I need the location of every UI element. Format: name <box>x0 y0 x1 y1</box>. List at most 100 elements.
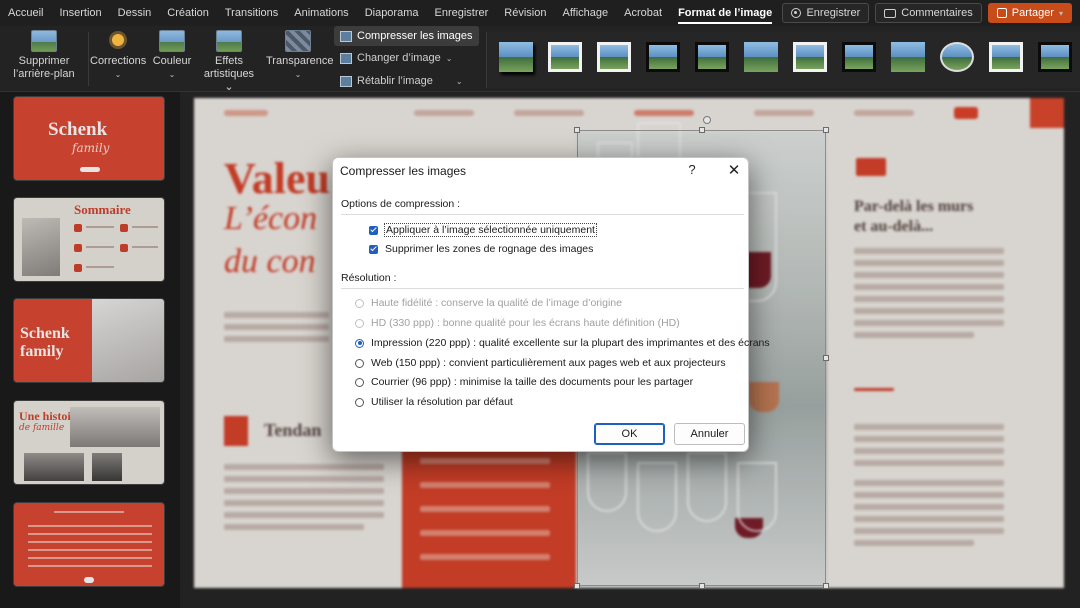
compress-pictures-label: Compresser les images <box>357 30 473 42</box>
chevron-down-icon: ⌄ <box>445 53 453 63</box>
reset-picture-button[interactable]: Rétablir l’image ⌄ <box>334 71 469 91</box>
picture-styles-gallery <box>486 32 1080 88</box>
record-icon <box>791 8 802 18</box>
transparency-label: Transparence <box>266 55 334 67</box>
artistic-effects-icon <box>216 30 242 52</box>
share-label: Partager <box>1011 7 1054 19</box>
menu-bar: Accueil Insertion Dessin Création Transi… <box>0 0 1080 26</box>
tab-insertion[interactable]: Insertion <box>51 0 109 26</box>
resolution-email-radio[interactable] <box>355 377 364 387</box>
remove-background-label-2: l’arrière-plan <box>13 68 75 80</box>
delete-cropped-checkbox[interactable] <box>369 244 378 254</box>
transparency-button[interactable]: Transparence ⌄ <box>266 26 334 81</box>
chevron-down-icon: ⌄ <box>114 70 122 79</box>
cancel-button[interactable]: Annuler <box>674 423 745 445</box>
tab-animations[interactable]: Animations <box>286 0 356 26</box>
artistic-effects-label-2: artistiques ⌄ <box>203 68 255 93</box>
change-picture-label: Changer d’image <box>357 52 441 64</box>
menu-right-actions: Enregistrer Commentaires Partager ▾ <box>782 3 1072 23</box>
comments-label: Commentaires <box>901 7 973 19</box>
record-button[interactable]: Enregistrer <box>782 3 870 23</box>
compress-pictures-dialog: Compresser les images ? ✕ Options de com… <box>332 157 770 452</box>
chevron-down-icon: ⌄ <box>455 76 463 86</box>
artistic-effects-label-1: Effets <box>215 55 243 67</box>
close-icon[interactable]: ✕ <box>726 161 742 179</box>
picture-style-thumbnail[interactable] <box>499 42 533 72</box>
tab-format-image-label: Format de l’image <box>678 7 773 24</box>
resolution-email-option[interactable]: Courrier (96 ppp) : minimise la taille d… <box>355 376 693 388</box>
compress-pictures-button[interactable]: Compresser les images <box>334 26 479 46</box>
chevron-down-icon: ▾ <box>1058 8 1063 18</box>
picture-style-thumbnail[interactable] <box>989 42 1023 72</box>
picture-style-thumbnail[interactable] <box>1038 42 1072 72</box>
dialog-title: Compresser les images <box>340 164 467 178</box>
apply-selected-checkbox-row[interactable]: Appliquer à l’image sélectionnée uniquem… <box>369 223 597 237</box>
corrections-label: Corrections <box>90 55 147 67</box>
ok-button[interactable]: OK <box>594 423 665 445</box>
color-label: Couleur <box>152 55 192 67</box>
resolution-hd-option: HD (330 ppp) : bonne qualité pour les éc… <box>355 317 680 329</box>
chevron-down-icon: ⌄ <box>168 70 176 79</box>
delete-cropped-checkbox-row[interactable]: Supprimer les zones de rognage des image… <box>369 243 593 255</box>
picture-style-thumbnail[interactable] <box>940 42 974 72</box>
picture-style-thumbnail[interactable] <box>793 42 827 72</box>
picture-style-thumbnail[interactable] <box>842 42 876 72</box>
picture-style-thumbnail[interactable] <box>891 42 925 72</box>
resolution-hd-radio <box>355 318 364 328</box>
resolution-email-label: Courrier (96 ppp) : minimise la taille d… <box>371 376 694 388</box>
tab-acrobat[interactable]: Acrobat <box>616 0 670 26</box>
resolution-default-option[interactable]: Utiliser la résolution par défaut <box>355 396 513 408</box>
corrections-button[interactable]: Corrections ⌄ <box>90 26 146 81</box>
compression-options-heading: Options de compression : <box>341 198 461 210</box>
picture-style-thumbnail[interactable] <box>646 42 680 72</box>
resolution-web-option[interactable]: Web (150 ppp) : convient particulièremen… <box>355 357 726 369</box>
comments-button[interactable]: Commentaires <box>875 3 982 23</box>
picture-style-thumbnail[interactable] <box>695 42 729 72</box>
tab-accueil[interactable]: Accueil <box>0 0 51 26</box>
tab-format-image[interactable]: Format de l’image <box>670 0 780 26</box>
change-picture-button[interactable]: Changer d’image ⌄ <box>334 48 458 68</box>
compress-icon <box>340 30 352 42</box>
resolution-hifi-option: Haute fidélité : conserve la qualité de … <box>355 297 622 309</box>
picture-style-thumbnail[interactable] <box>548 42 582 72</box>
apply-selected-checkbox[interactable] <box>369 225 378 235</box>
tab-diaporama[interactable]: Diaporama <box>357 0 427 26</box>
tab-dessin[interactable]: Dessin <box>110 0 160 26</box>
picture-style-thumbnail[interactable] <box>597 42 631 72</box>
tab-enregistrer[interactable]: Enregistrer <box>427 0 497 26</box>
section-divider <box>341 214 744 215</box>
help-icon[interactable]: ? <box>685 162 699 177</box>
color-button[interactable]: Couleur ⌄ <box>150 26 194 81</box>
comment-icon <box>884 8 897 18</box>
section-divider <box>341 288 744 289</box>
reset-picture-icon <box>340 75 352 87</box>
share-button[interactable]: Partager ▾ <box>987 3 1072 23</box>
delete-cropped-label: Supprimer les zones de rognage des image… <box>385 243 594 255</box>
resolution-default-radio[interactable] <box>355 397 364 407</box>
tab-creation[interactable]: Création <box>159 0 217 26</box>
resolution-print-radio[interactable] <box>355 338 364 348</box>
resolution-heading: Résolution : <box>341 272 397 284</box>
artistic-effects-button[interactable]: Effets artistiques ⌄ <box>198 26 260 94</box>
reset-picture-label: Rétablir l’image <box>357 75 433 87</box>
tab-affichage[interactable]: Affichage <box>554 0 616 26</box>
transparency-icon <box>285 30 311 52</box>
resolution-default-label: Utiliser la résolution par défaut <box>371 396 513 408</box>
artistic-effects-label-2-text: artistiques <box>203 68 255 80</box>
chevron-down-icon: ⌄ <box>294 70 302 79</box>
change-picture-icon <box>340 52 352 64</box>
resolution-web-label: Web (150 ppp) : convient particulièremen… <box>371 357 726 369</box>
tab-transitions[interactable]: Transitions <box>217 0 286 26</box>
apply-selected-label: Appliquer à l’image sélectionnée uniquem… <box>384 223 597 237</box>
color-icon <box>159 30 185 52</box>
resolution-hd-label: HD (330 ppp) : bonne qualité pour les éc… <box>371 317 680 329</box>
remove-background-label-1: Supprimer <box>18 55 70 67</box>
remove-background-icon <box>31 30 57 52</box>
tab-revision[interactable]: Révision <box>496 0 554 26</box>
picture-style-thumbnail[interactable] <box>744 42 778 72</box>
resolution-print-option[interactable]: Impression (220 ppp) : qualité excellent… <box>355 337 770 349</box>
resolution-web-radio[interactable] <box>355 358 364 368</box>
ribbon: Supprimer l’arrière-plan Corrections ⌄ C… <box>0 26 1080 94</box>
ribbon-separator <box>88 32 89 86</box>
remove-background-button[interactable]: Supprimer l’arrière-plan <box>12 26 76 81</box>
